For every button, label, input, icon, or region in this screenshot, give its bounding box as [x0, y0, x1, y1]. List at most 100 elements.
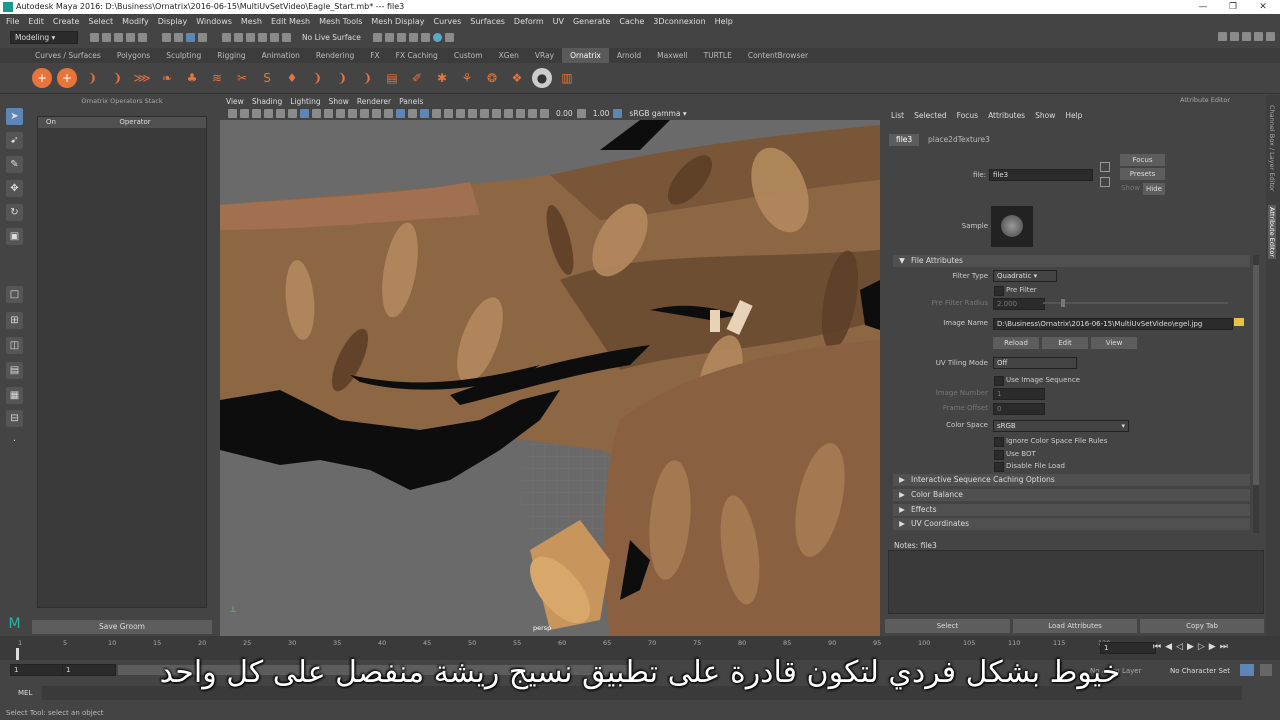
snap-grid-icon[interactable]	[198, 33, 207, 42]
menu-mesh-display[interactable]: Mesh Display	[371, 17, 424, 26]
pre-filter-radius-slider[interactable]	[1043, 299, 1228, 307]
history-icon[interactable]	[372, 33, 382, 42]
bookmark-icon[interactable]	[252, 109, 261, 118]
shelf-tab-fx[interactable]: FX	[362, 48, 387, 63]
multiplier-icon[interactable]: ⚘	[457, 68, 477, 88]
menu-help[interactable]: Help	[715, 17, 733, 26]
menu-cache[interactable]: Cache	[619, 17, 644, 26]
braid-icon[interactable]: ✂	[232, 68, 252, 88]
input-connection-icon[interactable]	[1100, 162, 1110, 172]
render-view-icon[interactable]	[444, 33, 454, 42]
interactive-sequence-section[interactable]: ▶ Interactive Sequence Caching Options	[893, 474, 1250, 486]
more-layouts-icon[interactable]: ·	[6, 433, 23, 450]
vp-menu-panels[interactable]: Panels	[399, 97, 423, 106]
view-transform-dropdown[interactable]: sRGB gamma ▾	[625, 108, 726, 119]
use-image-sequence-checkbox[interactable]	[994, 376, 1004, 386]
menu-deform[interactable]: Deform	[514, 17, 544, 26]
layout-icon[interactable]	[1230, 32, 1239, 41]
shelf-tab-arnold[interactable]: Arnold	[609, 48, 649, 63]
safe-action-icon[interactable]	[360, 109, 369, 118]
ae-menu-help[interactable]: Help	[1065, 111, 1082, 120]
render-settings-icon[interactable]	[408, 33, 418, 42]
strand-propagation-icon[interactable]: ✱	[432, 68, 452, 88]
snap-surface-icon[interactable]	[258, 33, 267, 42]
graph-pane-icon[interactable]: ▦	[6, 387, 23, 404]
motion-blur-icon[interactable]	[468, 109, 477, 118]
copy-tab-button[interactable]: Copy Tab	[1140, 619, 1264, 633]
lasso-tool-icon[interactable]: ➹	[6, 132, 23, 149]
mesh-from-strands-icon[interactable]: ▤	[382, 68, 402, 88]
col-operator-header[interactable]: Operator	[64, 117, 206, 128]
shelf-tab-xgen[interactable]: XGen	[491, 48, 527, 63]
rotate-tool-icon[interactable]: ↻	[6, 204, 23, 221]
menu-create[interactable]: Create	[53, 17, 80, 26]
snap-together-icon[interactable]	[282, 33, 291, 42]
open-scene-icon[interactable]	[102, 33, 111, 42]
change-width-icon[interactable]: ❂	[482, 68, 502, 88]
file-attributes-section[interactable]: ▼ File Attributes	[893, 255, 1250, 267]
edit-button[interactable]: Edit	[1042, 337, 1088, 349]
output-connection-icon[interactable]	[1100, 177, 1110, 187]
hypershade-icon[interactable]	[420, 33, 430, 42]
close-button[interactable]: ✕	[1248, 0, 1278, 14]
color-management-icon[interactable]	[613, 109, 623, 118]
use-bot-checkbox[interactable]	[994, 450, 1004, 460]
uv-coordinates-section[interactable]: ▶ UV Coordinates	[893, 518, 1250, 530]
ambient-occlusion-icon[interactable]	[456, 109, 465, 118]
shelf-tab-maxwell[interactable]: Maxwell	[649, 48, 695, 63]
camera-select-icon[interactable]	[228, 109, 237, 118]
anti-alias-icon[interactable]	[480, 109, 489, 118]
image-number-field[interactable]: 1	[993, 388, 1045, 400]
gamma-icon[interactable]	[576, 109, 586, 118]
gravity-icon[interactable]: ❩	[307, 68, 327, 88]
disable-file-load-checkbox[interactable]	[994, 462, 1004, 472]
minimize-button[interactable]: —	[1188, 0, 1218, 14]
render-icon[interactable]	[384, 33, 394, 42]
ae-select-button[interactable]: Select	[885, 619, 1010, 633]
field-chart-icon[interactable]	[348, 109, 357, 118]
length-icon[interactable]: ♦	[282, 68, 302, 88]
shelf-tab-animation[interactable]: Animation	[254, 48, 308, 63]
pre-filter-radius-field[interactable]: 2.000	[993, 298, 1045, 310]
ae-tab-place2dtexture3[interactable]: place2dTexture3	[921, 134, 997, 146]
current-frame-field[interactable]: 1	[1100, 642, 1156, 654]
menu-display[interactable]: Display	[158, 17, 188, 26]
channel-box-toggle-icon[interactable]	[1254, 32, 1263, 41]
shelf-tab-curves-surfaces[interactable]: Curves / Surfaces	[27, 48, 109, 63]
ae-menu-selected[interactable]: Selected	[914, 111, 947, 120]
shelf-tab-contentbrowser[interactable]: ContentBrowser	[740, 48, 816, 63]
viewport-scene[interactable]: persp ⟂	[220, 120, 880, 636]
depth-of-field-icon[interactable]	[492, 109, 501, 118]
vp-menu-view[interactable]: View	[226, 97, 244, 106]
vp-menu-renderer[interactable]: Renderer	[357, 97, 391, 106]
playback-controls[interactable]: ⏮◀◁▶▷▶⏭	[1153, 642, 1232, 652]
four-pane-icon[interactable]: ⊞	[6, 312, 23, 329]
scale-tool-icon[interactable]: ▣	[6, 228, 23, 245]
color-balance-section[interactable]: ▶ Color Balance	[893, 489, 1250, 501]
ae-menu-focus[interactable]: Focus	[957, 111, 978, 120]
guides-from-curves-icon[interactable]: ❩	[107, 68, 127, 88]
menu-mesh-tools[interactable]: Mesh Tools	[319, 17, 362, 26]
layout-pane-icon[interactable]: ⊟	[6, 410, 23, 427]
exposure-field[interactable]: 0.00	[552, 108, 577, 119]
snap-point-icon[interactable]	[234, 33, 243, 42]
snap-view-icon[interactable]	[246, 33, 255, 42]
shelf-tab-sculpting[interactable]: Sculpting	[158, 48, 209, 63]
isolate-select-icon[interactable]	[504, 109, 513, 118]
image-name-field[interactable]: D:\Business\Ornatrix\2016-06-15\MultiUvS…	[993, 318, 1233, 330]
menu-select[interactable]: Select	[88, 17, 113, 26]
save-groom-button[interactable]: Save Groom	[32, 620, 212, 634]
notes-textarea[interactable]	[888, 550, 1264, 614]
uv-tiling-mode-dropdown[interactable]: Off	[993, 357, 1077, 369]
two-d-pan-icon[interactable]	[276, 109, 285, 118]
wireframe-on-shaded-icon[interactable]	[408, 109, 417, 118]
grid-icon[interactable]	[300, 109, 309, 118]
smooth-shade-icon[interactable]	[396, 109, 405, 118]
make-live-icon[interactable]	[270, 33, 279, 42]
menu-uv[interactable]: UV	[553, 17, 564, 26]
save-scene-icon[interactable]	[114, 33, 123, 42]
add-hair-icon[interactable]: +	[32, 68, 52, 88]
guides-from-mesh-icon[interactable]: ❩	[82, 68, 102, 88]
select-component-icon[interactable]	[186, 33, 195, 42]
outliner-pane-icon[interactable]: ▤	[6, 362, 23, 379]
